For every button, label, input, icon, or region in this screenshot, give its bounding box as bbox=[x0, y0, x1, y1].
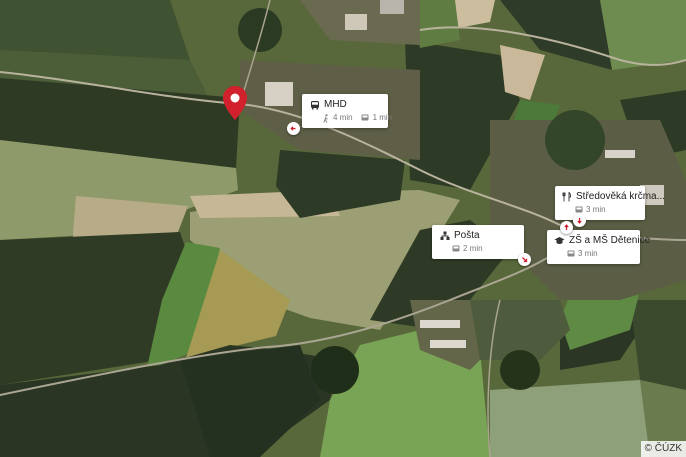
transit-time: 3 min bbox=[586, 205, 606, 214]
walk-icon bbox=[321, 113, 330, 123]
poi-marker-krcma[interactable] bbox=[573, 214, 586, 227]
restaurant-icon bbox=[562, 192, 572, 203]
bus-icon bbox=[566, 250, 575, 259]
map-view[interactable]: MHD 4 min 1 min Pošta 2 min Středověká k… bbox=[0, 0, 686, 457]
poi-name: MHD bbox=[324, 99, 347, 110]
poi-label-skola[interactable]: ZŠ a MŠ Dětenice 3 min bbox=[547, 230, 650, 264]
map-attribution: © ČÚZK bbox=[640, 441, 686, 457]
location-pin-icon[interactable] bbox=[223, 86, 247, 120]
aerial-imagery bbox=[0, 0, 686, 457]
poi-name: Pošta bbox=[454, 230, 480, 241]
walk-time: 4 min bbox=[333, 113, 353, 122]
poi-marker-mhd[interactable] bbox=[287, 122, 300, 135]
bus-icon bbox=[451, 245, 460, 254]
poi-marker-skola[interactable] bbox=[560, 221, 573, 234]
bus-icon bbox=[309, 100, 320, 111]
poi-label-krcma[interactable]: Středověká krčma... 3 min bbox=[555, 186, 665, 220]
poi-marker-posta[interactable] bbox=[518, 253, 531, 266]
poi-name: Středověká krčma... bbox=[576, 191, 665, 202]
post-icon bbox=[439, 231, 450, 242]
bus-icon bbox=[361, 114, 370, 123]
transit-time: 1 min bbox=[372, 113, 393, 122]
poi-label-posta[interactable]: Pošta 2 min bbox=[432, 225, 524, 259]
school-icon bbox=[554, 236, 565, 247]
transit-time: 3 min bbox=[578, 249, 598, 258]
transit-time: 2 min bbox=[463, 244, 483, 253]
poi-name: ZŠ a MŠ Dětenice bbox=[569, 235, 651, 246]
poi-label-mhd[interactable]: MHD 4 min 1 min bbox=[302, 94, 392, 128]
